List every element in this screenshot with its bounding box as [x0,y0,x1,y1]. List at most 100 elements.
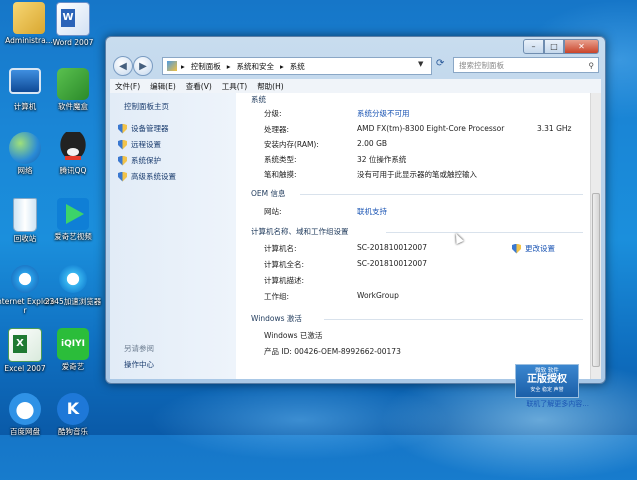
see-also-heading: 另请参阅 [124,344,154,353]
qq-penguin-icon [57,132,89,164]
forward-button[interactable]: ▶ [133,56,153,76]
internet-explorer-icon [9,263,41,295]
desktop-icon-software-box[interactable]: 软件魔盒 [42,68,104,111]
search-placeholder: 搜索控制面板 [459,60,504,70]
maximize-button[interactable]: □ [544,39,564,54]
breadcrumb-system[interactable]: 系统 [290,61,305,72]
breadcrumb-control-panel[interactable]: 控制面板 [191,61,221,72]
activation-heading: Windows 激活 [251,314,302,323]
remote-settings-link[interactable]: 远程设置 [118,139,161,150]
cloud-icon [9,393,41,425]
minimize-button[interactable]: – [523,39,544,54]
workgroup-value: WorkGroup [357,291,399,300]
menu-file[interactable]: 文件(F) [110,81,145,92]
genuine-badge: 微软 软件 正版授权 安全 稳定 声誉 [515,364,579,398]
back-arrow-icon: ◀ [119,60,127,72]
scrollbar[interactable] [590,93,601,379]
computer-name-value: SC-201810012007 [357,243,427,252]
advanced-settings-link[interactable]: 高级系统设置 [118,171,176,182]
software-box-icon [57,68,89,100]
computer-name-key: 计算机名: [264,244,297,253]
menu-edit[interactable]: 编辑(E) [145,81,181,92]
action-center-link[interactable]: 操作中心 [124,359,154,370]
iqiyi-icon: iQIYI [57,328,89,360]
badge-main-text: 正版授权 [527,374,567,385]
remote-settings-label: 远程设置 [131,140,161,149]
address-bar[interactable]: ▸ 控制面板 ▸ 系统和安全 ▸ 系统 [162,57,432,75]
divider [324,319,583,320]
computer-icon [9,68,41,94]
browser-e-icon [57,263,89,295]
badge-top-text: 微软 软件 [535,368,559,374]
menu-help[interactable]: 帮助(H) [252,81,289,92]
word-icon: W [56,2,90,36]
desktop-icon-2345-browser[interactable]: 2345加速浏览器 [42,263,104,306]
forward-arrow-icon: ▶ [139,60,147,72]
pen-touch-key: 笔和触摸: [264,170,297,179]
shield-icon [118,139,127,150]
desktop-icon-word[interactable]: W Word 2007 [42,2,104,47]
shield-icon [118,123,127,134]
breadcrumb-sep-icon: ▸ [280,61,284,71]
system-heading: 系统 [251,95,266,104]
kugou-icon: K [57,393,89,425]
rating-value-link[interactable]: 系统分级不可用 [357,108,410,119]
left-pane: 控制面板主页 设备管理器 远程设置 系统保护 高级系统设置 另请参阅 操作中心 [110,93,236,379]
online-support-link[interactable]: 联机支持 [357,206,387,217]
back-button[interactable]: ◀ [113,56,133,76]
address-dropdown-button[interactable]: ▼ [418,60,423,68]
website-key: 网站: [264,207,282,216]
ram-value: 2.00 GB [357,139,388,148]
processor-value: AMD FX(tm)-8300 Eight-Core Processor [357,124,505,133]
desktop-icon-iqiyi[interactable]: iQIYI 爱奇艺 [42,328,104,371]
workgroup-key: 工作组: [264,292,290,301]
search-icon: ⚲ [588,60,595,70]
processor-speed: 3.31 GHz [537,124,572,133]
close-button[interactable]: ✕ [564,39,599,54]
menu-tools[interactable]: 工具(T) [217,81,252,92]
desktop-icon-iqiyi-video[interactable]: 爱奇艺视频 [42,198,104,241]
system-window: – □ ✕ ◀ ▶ ▸ 控制面板 ▸ 系统和安全 ▸ 系统 ▼ ⟳ 搜索控制面板… [105,36,606,408]
ram-key: 安装内存(RAM): [264,140,319,149]
excel-icon: X [8,328,42,362]
desktop-icon-kugou[interactable]: K 酷狗音乐 [42,393,104,436]
refresh-button[interactable]: ⟳ [436,58,444,69]
mouse-cursor-icon [452,231,464,245]
breadcrumb-sep-icon: ▸ [181,61,185,71]
device-manager-link[interactable]: 设备管理器 [118,123,169,134]
breadcrumb-sep-icon: ▸ [226,61,231,71]
full-name-key: 计算机全名: [264,260,305,269]
learn-more-link[interactable]: 联机了解更多内容... [526,399,589,409]
play-icon [57,198,89,230]
recycle-bin-icon [13,198,37,232]
control-panel-home-link[interactable]: 控制面板主页 [124,101,169,112]
change-settings-link[interactable]: 更改设置 [512,243,555,254]
breadcrumb-security[interactable]: 系统和安全 [237,61,275,72]
shield-icon [118,155,127,166]
main-pane: 系统 分级: 系统分级不可用 处理器: AMD FX(tm)-8300 Eigh… [236,93,591,408]
advanced-settings-label: 高级系统设置 [131,172,176,181]
divider [386,232,583,233]
scrollbar-thumb[interactable] [592,193,600,367]
system-protection-label: 系统保护 [131,156,161,165]
pen-touch-value: 没有可用于此显示器的笔或触控输入 [357,170,477,179]
oem-heading: OEM 信息 [251,189,286,198]
address-row: ◀ ▶ ▸ 控制面板 ▸ 系统和安全 ▸ 系统 ▼ ⟳ 搜索控制面板 ⚲ [110,54,601,78]
system-type-key: 系统类型: [264,155,297,164]
full-name-value: SC-201810012007 [357,259,427,268]
system-protection-link[interactable]: 系统保护 [118,155,161,166]
processor-key: 处理器: [264,125,290,134]
badge-bottom-text: 安全 稳定 声誉 [530,387,564,393]
control-panel-icon [167,61,177,71]
search-input[interactable]: 搜索控制面板 ⚲ [453,57,599,73]
network-globe-icon [9,132,41,164]
desktop-icon-qq[interactable]: 腾讯QQ [42,132,104,175]
divider [300,194,583,195]
system-type-value: 32 位操作系统 [357,155,407,164]
menu-view[interactable]: 查看(V) [181,81,217,92]
rating-key: 分级: [264,109,282,118]
description-key: 计算机描述: [264,276,305,285]
content-area: 控制面板主页 设备管理器 远程设置 系统保护 高级系统设置 另请参阅 操作中心 … [110,93,601,408]
window-controls: – □ ✕ [523,39,599,54]
change-settings-label: 更改设置 [525,244,555,253]
